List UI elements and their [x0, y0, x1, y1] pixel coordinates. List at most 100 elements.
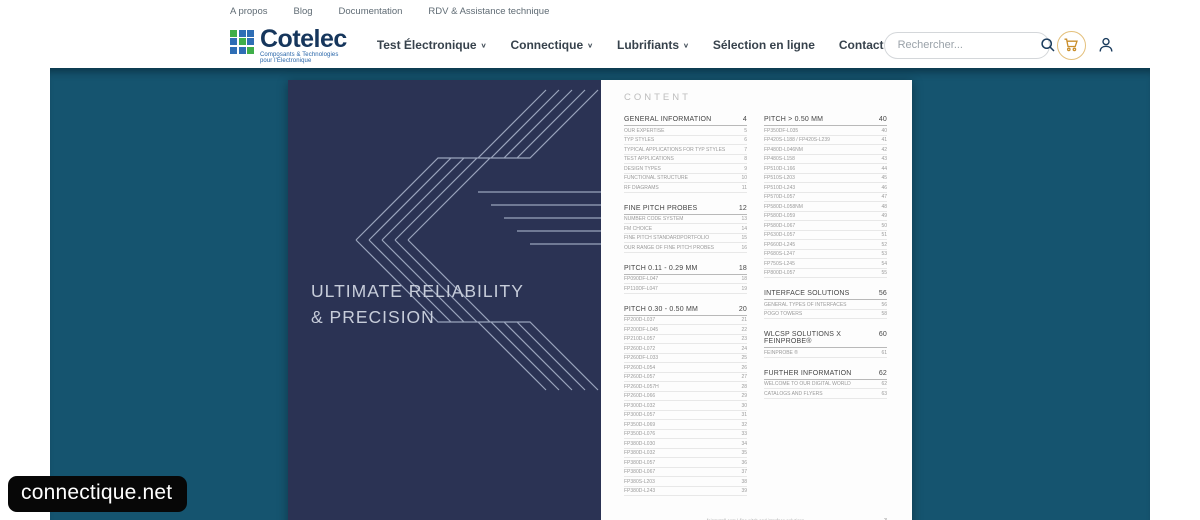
toc-entry-label: FP580D-L059: [764, 213, 796, 219]
nav-item-connectique[interactable]: Connectique ∨: [510, 38, 593, 52]
toc-entry[interactable]: FP380D-L067 37: [624, 468, 747, 477]
toc-entry-page: 38: [741, 478, 747, 485]
toc-entry-page: 56: [881, 301, 887, 308]
toc-entry[interactable]: TYPICAL APPLICATIONS FOR TYP STYLES 7: [624, 145, 747, 155]
topbar-link[interactable]: RDV & Assistance technique: [428, 6, 549, 17]
toc-entry[interactable]: FP350D-L076 33: [624, 430, 747, 439]
toc-entry-page: 7: [744, 146, 747, 153]
toc-entry-page: 37: [741, 469, 747, 475]
toc-entry[interactable]: TYP STYLES 6: [624, 136, 747, 145]
toc-entry[interactable]: FP380D-L030 34: [624, 439, 747, 449]
chevron-down-icon: ∨: [683, 41, 689, 49]
toc-entry[interactable]: FP750S-L245 54: [764, 259, 887, 269]
toc-entry[interactable]: GENERAL TYPES OF INTERFACES 56: [764, 300, 887, 310]
cart-icon: [1063, 37, 1079, 53]
toc-entry[interactable]: FP580D-L058NM 48: [764, 202, 887, 212]
toc-entry[interactable]: OUR EXPERTISE 5: [624, 126, 747, 136]
toc-entry[interactable]: FP260DF-L033 25: [624, 354, 747, 363]
toc-entry-page: 46: [881, 184, 887, 191]
topbar-link[interactable]: A propos: [230, 6, 268, 17]
toc-entry[interactable]: FP630D-L057 51: [764, 231, 887, 240]
toc-entry[interactable]: FP380D-L057 36: [624, 458, 747, 468]
toc-entry[interactable]: FP260D-L072 24: [624, 344, 747, 354]
toc-entry[interactable]: FP420S-L188 / FP420S-L239 41: [764, 136, 887, 145]
brand-logo[interactable]: Cotelec Composants & Technologies pour l…: [230, 26, 347, 64]
toc-entry[interactable]: FP580D-L059 49: [764, 212, 887, 221]
toc-entry[interactable]: FP260D-L057 27: [624, 373, 747, 382]
toc-entry[interactable]: FP480D-L046NM 42: [764, 145, 887, 155]
toc-entry[interactable]: FM CHOICE 14: [624, 224, 747, 234]
toc-entry[interactable]: FUNCTIONAL STRUCTURE 10: [624, 174, 747, 183]
toc-entry[interactable]: FP260D-L057H 28: [624, 382, 747, 392]
pdf-viewer[interactable]: ULTIMATE RELIABILITY & PRECISION CONTENT…: [50, 68, 1150, 520]
toc-entry-page: 36: [741, 459, 747, 466]
toc-entry-label: FP260D-L054: [624, 364, 656, 371]
toc-entry[interactable]: FP300D-L032 30: [624, 401, 747, 411]
toc-entry[interactable]: TEST APPLICATIONS 8: [624, 155, 747, 164]
search-icon[interactable]: [1040, 37, 1056, 53]
toc-entry[interactable]: FP380D-L032 35: [624, 449, 747, 458]
toc-entry[interactable]: POGO TOWERS 58: [764, 310, 887, 319]
topbar-link[interactable]: Documentation: [339, 6, 403, 17]
toc-entry[interactable]: CATALOGS AND FLYERS 63: [764, 389, 887, 399]
search-input[interactable]: [897, 39, 1040, 51]
toc-entry[interactable]: RF DIAGRAMS 11: [624, 183, 747, 193]
toc-entry-label: FP420S-L188 / FP420S-L239: [764, 137, 830, 143]
toc-entry[interactable]: FP110DF-L047 19: [624, 284, 747, 294]
toc-entry[interactable]: FP570D-L057 47: [764, 193, 887, 202]
toc-entry[interactable]: FP510S-L203 45: [764, 174, 887, 183]
toc-section-header[interactable]: FURTHER INFORMATION 62: [764, 368, 887, 380]
toc-entry[interactable]: FP260D-L066 29: [624, 392, 747, 401]
toc-entry[interactable]: FP090DF-L047 18: [624, 275, 747, 284]
toc-section-header[interactable]: PITCH 0.11 - 0.29 MM 18: [624, 263, 747, 275]
toc-entry[interactable]: FP800D-L057 55: [764, 269, 887, 278]
nav-item-s-lection-en-ligne[interactable]: Sélection en ligne: [713, 38, 815, 52]
toc-entry-label: FP510S-L203: [764, 175, 795, 181]
toc-entry[interactable]: FP480S-L158 43: [764, 155, 887, 164]
toc-entry[interactable]: FP210D-L057 23: [624, 335, 747, 344]
toc-entry[interactable]: FP380D-L243 39: [624, 487, 747, 496]
nav-item-test-lectronique[interactable]: Test Électronique ∨: [377, 38, 487, 52]
nav-item-contact[interactable]: Contact: [839, 38, 884, 52]
search-box[interactable]: [883, 31, 1055, 59]
user-button[interactable]: [1093, 32, 1119, 58]
cart-button[interactable]: [1056, 30, 1086, 60]
toc-section-header[interactable]: PITCH 0.30 - 0.50 MM 20: [624, 304, 747, 316]
brand-tagline: Composants & Technologies pour l'Électro…: [260, 51, 339, 64]
toc-entry-page: 6: [744, 137, 747, 143]
toc-entry-label: FP480D-L046NM: [764, 146, 803, 153]
topbar-link[interactable]: Blog: [294, 6, 313, 17]
toc-entry[interactable]: FP660D-L245 52: [764, 240, 887, 250]
toc-section-header[interactable]: PITCH > 0.50 MM 40: [764, 114, 887, 126]
toc-entry[interactable]: FP380S-L203 38: [624, 477, 747, 487]
nav-item-lubrifiants[interactable]: Lubrifiants ∨: [617, 38, 689, 52]
toc-entry[interactable]: OUR RANGE OF FINE PITCH PROBES 16: [624, 243, 747, 253]
toc-entry[interactable]: FP510D-L243 46: [764, 183, 887, 193]
toc-section-header[interactable]: INTERFACE SOLUTIONS 56: [764, 288, 887, 300]
toc-section-header[interactable]: GENERAL INFORMATION 4: [624, 114, 747, 126]
toc-entry[interactable]: FP350DF-L035 40: [764, 126, 887, 136]
toc-entry-label: FP380D-L030: [624, 440, 656, 447]
toc-entry[interactable]: FP200DF-L045 22: [624, 325, 747, 335]
toc-entry[interactable]: FP200D-L037 21: [624, 316, 747, 325]
toc-entry[interactable]: FINE PITCH STANDARDPORTFOLIO 15: [624, 234, 747, 243]
toc-entry-label: OUR EXPERTISE: [624, 127, 665, 134]
toc-section-header[interactable]: WLCSP SOLUTIONS X FEINPROBE® 60: [764, 329, 887, 348]
toc-entry-page: 58: [881, 311, 887, 317]
toc-entry-page: 5: [744, 127, 747, 134]
toc-section-header[interactable]: FINE PITCH PROBES 12: [624, 203, 747, 215]
toc-entry[interactable]: FP260D-L054 26: [624, 363, 747, 373]
toc-entry[interactable]: FP580D-L067 50: [764, 221, 887, 231]
toc-entry[interactable]: FP680S-L247 53: [764, 250, 887, 259]
toc-entry[interactable]: WELCOME TO OUR DIGITAL WORLD 62: [764, 380, 887, 389]
toc-entry[interactable]: NUMBER CODE SYSTEM 13: [624, 215, 747, 224]
toc-entry[interactable]: FP510D-L166 44: [764, 164, 887, 174]
toc-entry[interactable]: FP350D-L069 32: [624, 420, 747, 430]
toc-entry-page: 14: [741, 225, 747, 232]
toc-section-title: PITCH 0.30 - 0.50 MM: [624, 305, 699, 313]
toc-entry[interactable]: DESIGN TYPES 9: [624, 164, 747, 174]
toc-entry[interactable]: FP300D-L057 31: [624, 411, 747, 420]
toc-entry-label: FP210D-L057: [624, 336, 656, 342]
toc-entry-page: 29: [741, 393, 747, 399]
toc-entry[interactable]: FEINPROBE ® 61: [764, 348, 887, 358]
